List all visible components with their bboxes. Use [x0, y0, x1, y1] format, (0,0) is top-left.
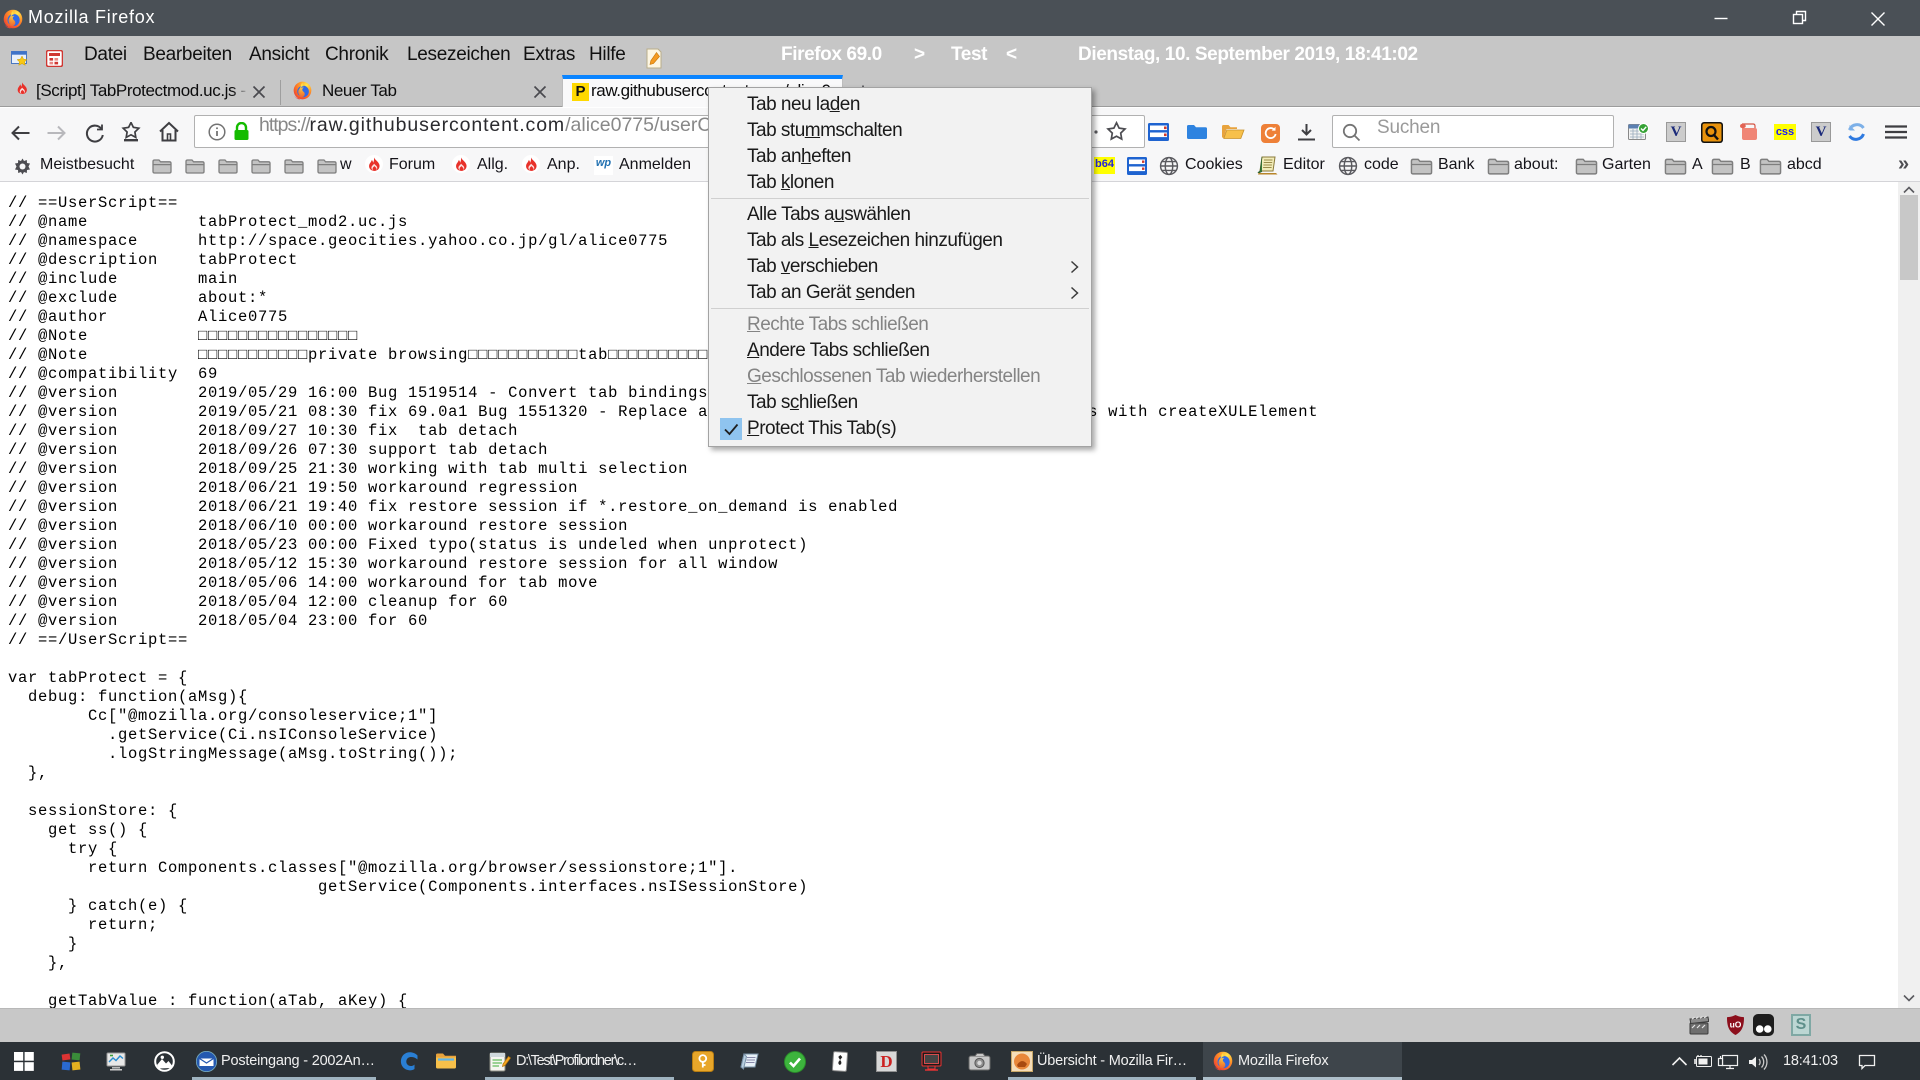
svg-text:uO: uO: [1730, 1020, 1742, 1030]
